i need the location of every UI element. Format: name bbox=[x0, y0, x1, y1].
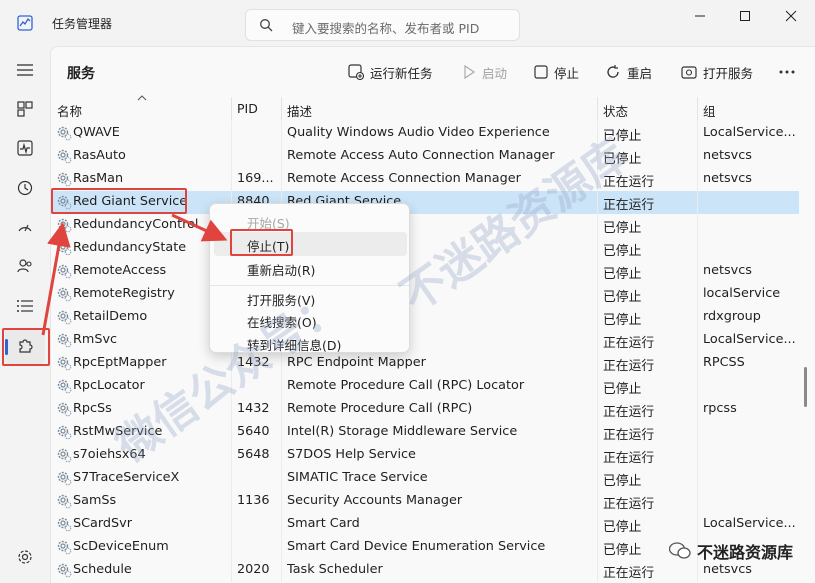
annotation-arrow-right bbox=[171, 213, 228, 242]
wechat-icon bbox=[668, 542, 691, 559]
annotation-arrow-up bbox=[41, 222, 71, 336]
annotation-arrows bbox=[41, 213, 228, 336]
credit-badge: 不迷路资源库 bbox=[668, 539, 793, 563]
credit-text: 不迷路资源库 bbox=[696, 543, 793, 562]
